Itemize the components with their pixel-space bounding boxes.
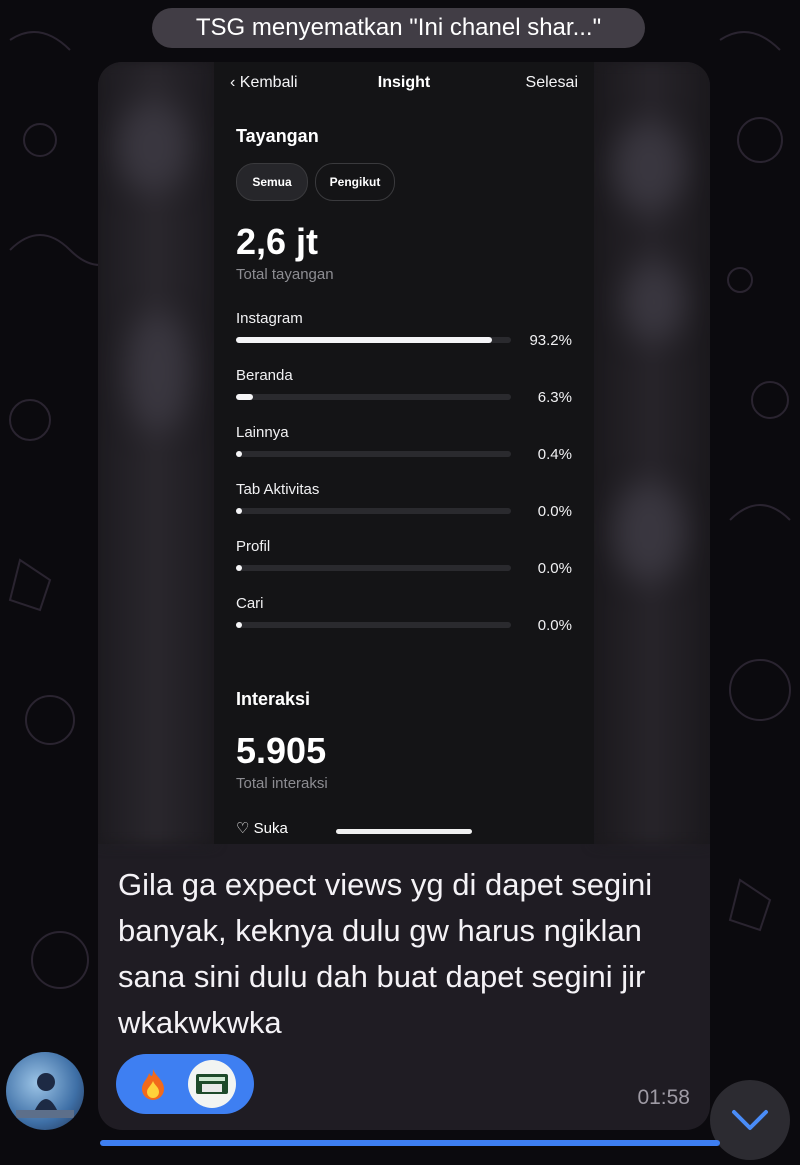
total-views-value: 2,6 jt: [236, 221, 319, 262]
screenshot-photo[interactable]: ‹ Kembali Insight Selesai Tayangan Semua…: [98, 62, 710, 844]
done-button[interactable]: Selesai: [526, 74, 578, 92]
composer-accent-line: [100, 1140, 720, 1146]
views-section-title: Tayangan: [236, 126, 319, 146]
home-indicator: [336, 829, 472, 834]
total-interactions-label: Total interaksi: [236, 775, 328, 792]
insight-nav-bar: ‹ Kembali Insight Selesai: [214, 62, 594, 106]
chevron-down-icon: [732, 1110, 768, 1130]
source-row-label: Lainnya: [236, 424, 289, 441]
heart-icon: ♡: [236, 820, 254, 837]
total-views-label: Total tayangan: [236, 266, 334, 283]
reactor-avatar: [188, 1060, 236, 1108]
message-bubble[interactable]: ‹ Kembali Insight Selesai Tayangan Semua…: [98, 62, 710, 1130]
interactions-section-title: Interaksi: [236, 689, 311, 709]
instagram-insight-screen: ‹ Kembali Insight Selesai Tayangan Semua…: [214, 62, 594, 844]
source-row-fill: [236, 337, 492, 343]
source-row-percent: 93.2%: [529, 332, 572, 349]
source-row-label: Cari: [236, 595, 264, 612]
message-time: 01:58: [637, 1086, 690, 1109]
scroll-to-bottom-button[interactable]: [710, 1080, 790, 1160]
source-row-percent: 0.0%: [537, 560, 572, 577]
total-interactions-value: 5.905: [236, 730, 327, 771]
source-row-fill: [236, 394, 253, 400]
filter-chip-followers[interactable]: Pengikut: [315, 163, 395, 201]
message-text: Gila ga expect views yg di dapet segini …: [118, 867, 653, 1040]
source-row-percent: 0.0%: [537, 617, 572, 634]
source-row-track: [236, 394, 511, 400]
source-row-fill: [236, 565, 242, 571]
source-row-percent: 6.3%: [537, 389, 572, 406]
source-row-track: [236, 508, 511, 514]
source-row-fill: [236, 508, 242, 514]
source-row-track: [236, 451, 511, 457]
source-row-label: Profil: [236, 538, 271, 555]
sender-avatar[interactable]: [6, 1052, 84, 1130]
source-row-label: Beranda: [236, 367, 293, 384]
pinned-message-banner[interactable]: TSG menyematkan "Ini chanel shar...": [152, 8, 645, 48]
source-row-percent: 0.0%: [537, 503, 572, 520]
source-row-fill: [236, 451, 242, 457]
filter-chip-all[interactable]: Semua: [236, 163, 308, 201]
likes-row: ♡ Suka: [236, 820, 288, 837]
fire-icon: [142, 1069, 164, 1100]
source-row-label: Instagram: [236, 310, 303, 327]
blurred-left-edge: [98, 62, 214, 844]
blurred-right-edge: [594, 62, 710, 844]
reactions-pill[interactable]: [116, 1054, 254, 1114]
source-row-track: [236, 622, 511, 628]
source-row-track: [236, 337, 511, 343]
source-row-label: Tab Aktivitas: [236, 481, 320, 498]
source-row-fill: [236, 622, 242, 628]
source-row-track: [236, 565, 511, 571]
source-row-percent: 0.4%: [537, 446, 572, 463]
